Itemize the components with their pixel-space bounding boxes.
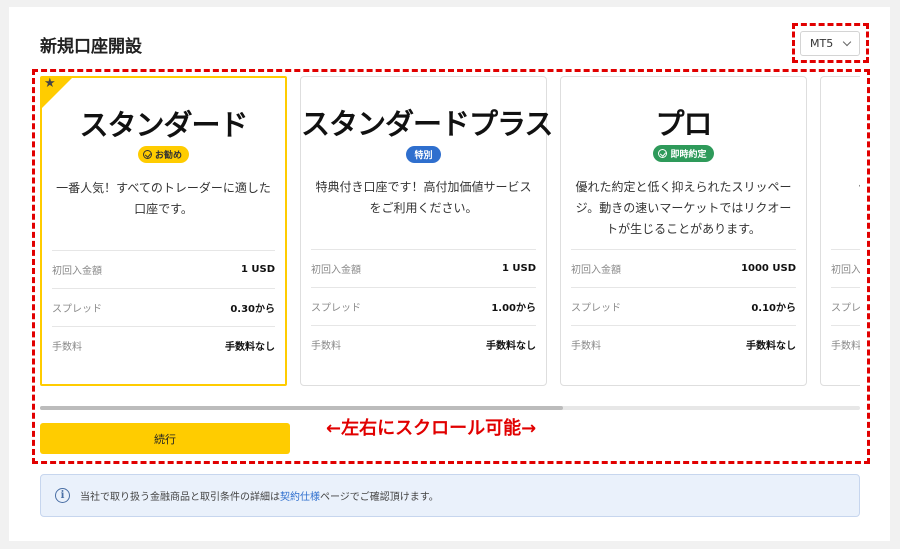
card-row-commission: 手数料 手数料なし: [311, 325, 536, 363]
account-card-standard[interactable]: ★ スタンダード お勧め 一番人気！すべてのトレーダーに適した口座です。 初回入…: [40, 76, 287, 386]
row-label: スプレッド: [311, 303, 361, 314]
card-row-deposit: 初回入金額 1000 USD: [571, 249, 796, 287]
row-label: 手数料: [831, 341, 860, 352]
horizontal-scrollbar[interactable]: [40, 406, 860, 410]
chevron-down-icon: [842, 37, 852, 47]
recommended-badge: お勧め: [137, 146, 189, 163]
contract-specs-link[interactable]: 契約仕様: [280, 488, 320, 503]
card-row-spread: スプレッド 0.30から: [52, 288, 275, 326]
info-text-after: ページでご確認頂けます。: [320, 492, 439, 503]
row-value: 手数料なし: [225, 342, 275, 353]
continue-button[interactable]: 続行: [40, 423, 290, 454]
check-circle-icon: [658, 149, 668, 158]
instant-execution-badge: 即時約定: [653, 145, 714, 162]
account-card-standard-plus[interactable]: スタンダードプラス 特別 特典付き口座です！高付加価値サービスをご利用ください。…: [300, 76, 553, 386]
card-description: 一番人気！すべてのトレーダーに適した口座です。: [56, 181, 271, 216]
account-card-pro[interactable]: プロ 即時約定 優れた約定と低く抑えられたスリッページ。動きの速いマーケットでは…: [560, 76, 807, 386]
account-cards-carousel[interactable]: ★ スタンダード お勧め 一番人気！すべてのトレーダーに適した口座です。 初回入…: [40, 76, 860, 386]
row-label: スプレ: [831, 303, 860, 314]
card-row-deposit: 初回入: [831, 249, 860, 287]
card-title: スタンダードプラス: [301, 107, 553, 141]
row-value: 1 USD: [240, 264, 275, 275]
info-text-before: 当社で取り扱う金融商品と取引条件の詳細は: [80, 492, 280, 503]
platform-select-value: MT5: [810, 37, 834, 50]
card-row-spread: スプレッド 0.10から: [571, 287, 796, 325]
row-label: 手数料: [52, 342, 82, 353]
row-label: 初回入金額: [52, 266, 102, 277]
row-label: 手数料: [571, 341, 601, 352]
card-row-spread: スプレッド 1.00から: [311, 287, 536, 325]
row-value: 0.30から: [230, 304, 275, 315]
account-card-partial[interactable]: 優 初回入 スプレ 手数料: [820, 76, 860, 386]
page-title: 新規口座開設: [40, 37, 142, 57]
row-value: 手数料なし: [486, 341, 536, 352]
row-label: 手数料: [311, 341, 341, 352]
card-title: プロ: [655, 107, 712, 141]
row-value: 手数料なし: [746, 341, 796, 352]
card-row-commission: 手数料 手数料なし: [571, 325, 796, 363]
card-description: 特典付き口座です！高付加価値サービスをご利用ください。: [315, 180, 532, 215]
badge-label: 即時約定: [670, 150, 707, 160]
card-row-spread: スプレ: [831, 287, 860, 325]
info-icon: i: [55, 488, 70, 503]
scrollbar-thumb[interactable]: [40, 406, 563, 410]
star-icon: ★: [44, 76, 56, 91]
row-label: スプレッド: [571, 303, 621, 314]
info-notice: i 当社で取り扱う金融商品と取引条件の詳細は 契約仕様 ページでご確認頂けます。: [40, 474, 860, 517]
row-label: スプレッド: [52, 304, 102, 315]
card-description: 優: [859, 177, 860, 198]
card-title: スタンダード: [79, 108, 248, 142]
row-value: 1 USD: [501, 263, 536, 274]
card-row-deposit: 初回入金額 1 USD: [311, 249, 536, 287]
platform-select[interactable]: MT5: [800, 31, 860, 56]
row-value: 0.10から: [751, 303, 796, 314]
card-row-deposit: 初回入金額 1 USD: [52, 250, 275, 288]
badge-label: 特別: [414, 151, 433, 161]
row-value: 1.00から: [491, 303, 536, 314]
card-row-commission: 手数料 手数料なし: [52, 326, 275, 364]
row-label: 初回入: [831, 265, 860, 276]
check-circle-icon: [142, 150, 152, 159]
row-label: 初回入金額: [571, 265, 621, 276]
card-row-commission: 手数料: [831, 325, 860, 363]
row-value: 1000 USD: [741, 263, 796, 274]
card-description: 優れた約定と低く抑えられたスリッページ。動きの速いマーケットではリクオートが生じ…: [575, 180, 792, 236]
scroll-hint-annotation: ←左右にスクロール可能→: [326, 418, 537, 439]
special-badge: 特別: [406, 146, 441, 163]
badge-label: お勧め: [154, 151, 182, 161]
row-label: 初回入金額: [311, 265, 361, 276]
